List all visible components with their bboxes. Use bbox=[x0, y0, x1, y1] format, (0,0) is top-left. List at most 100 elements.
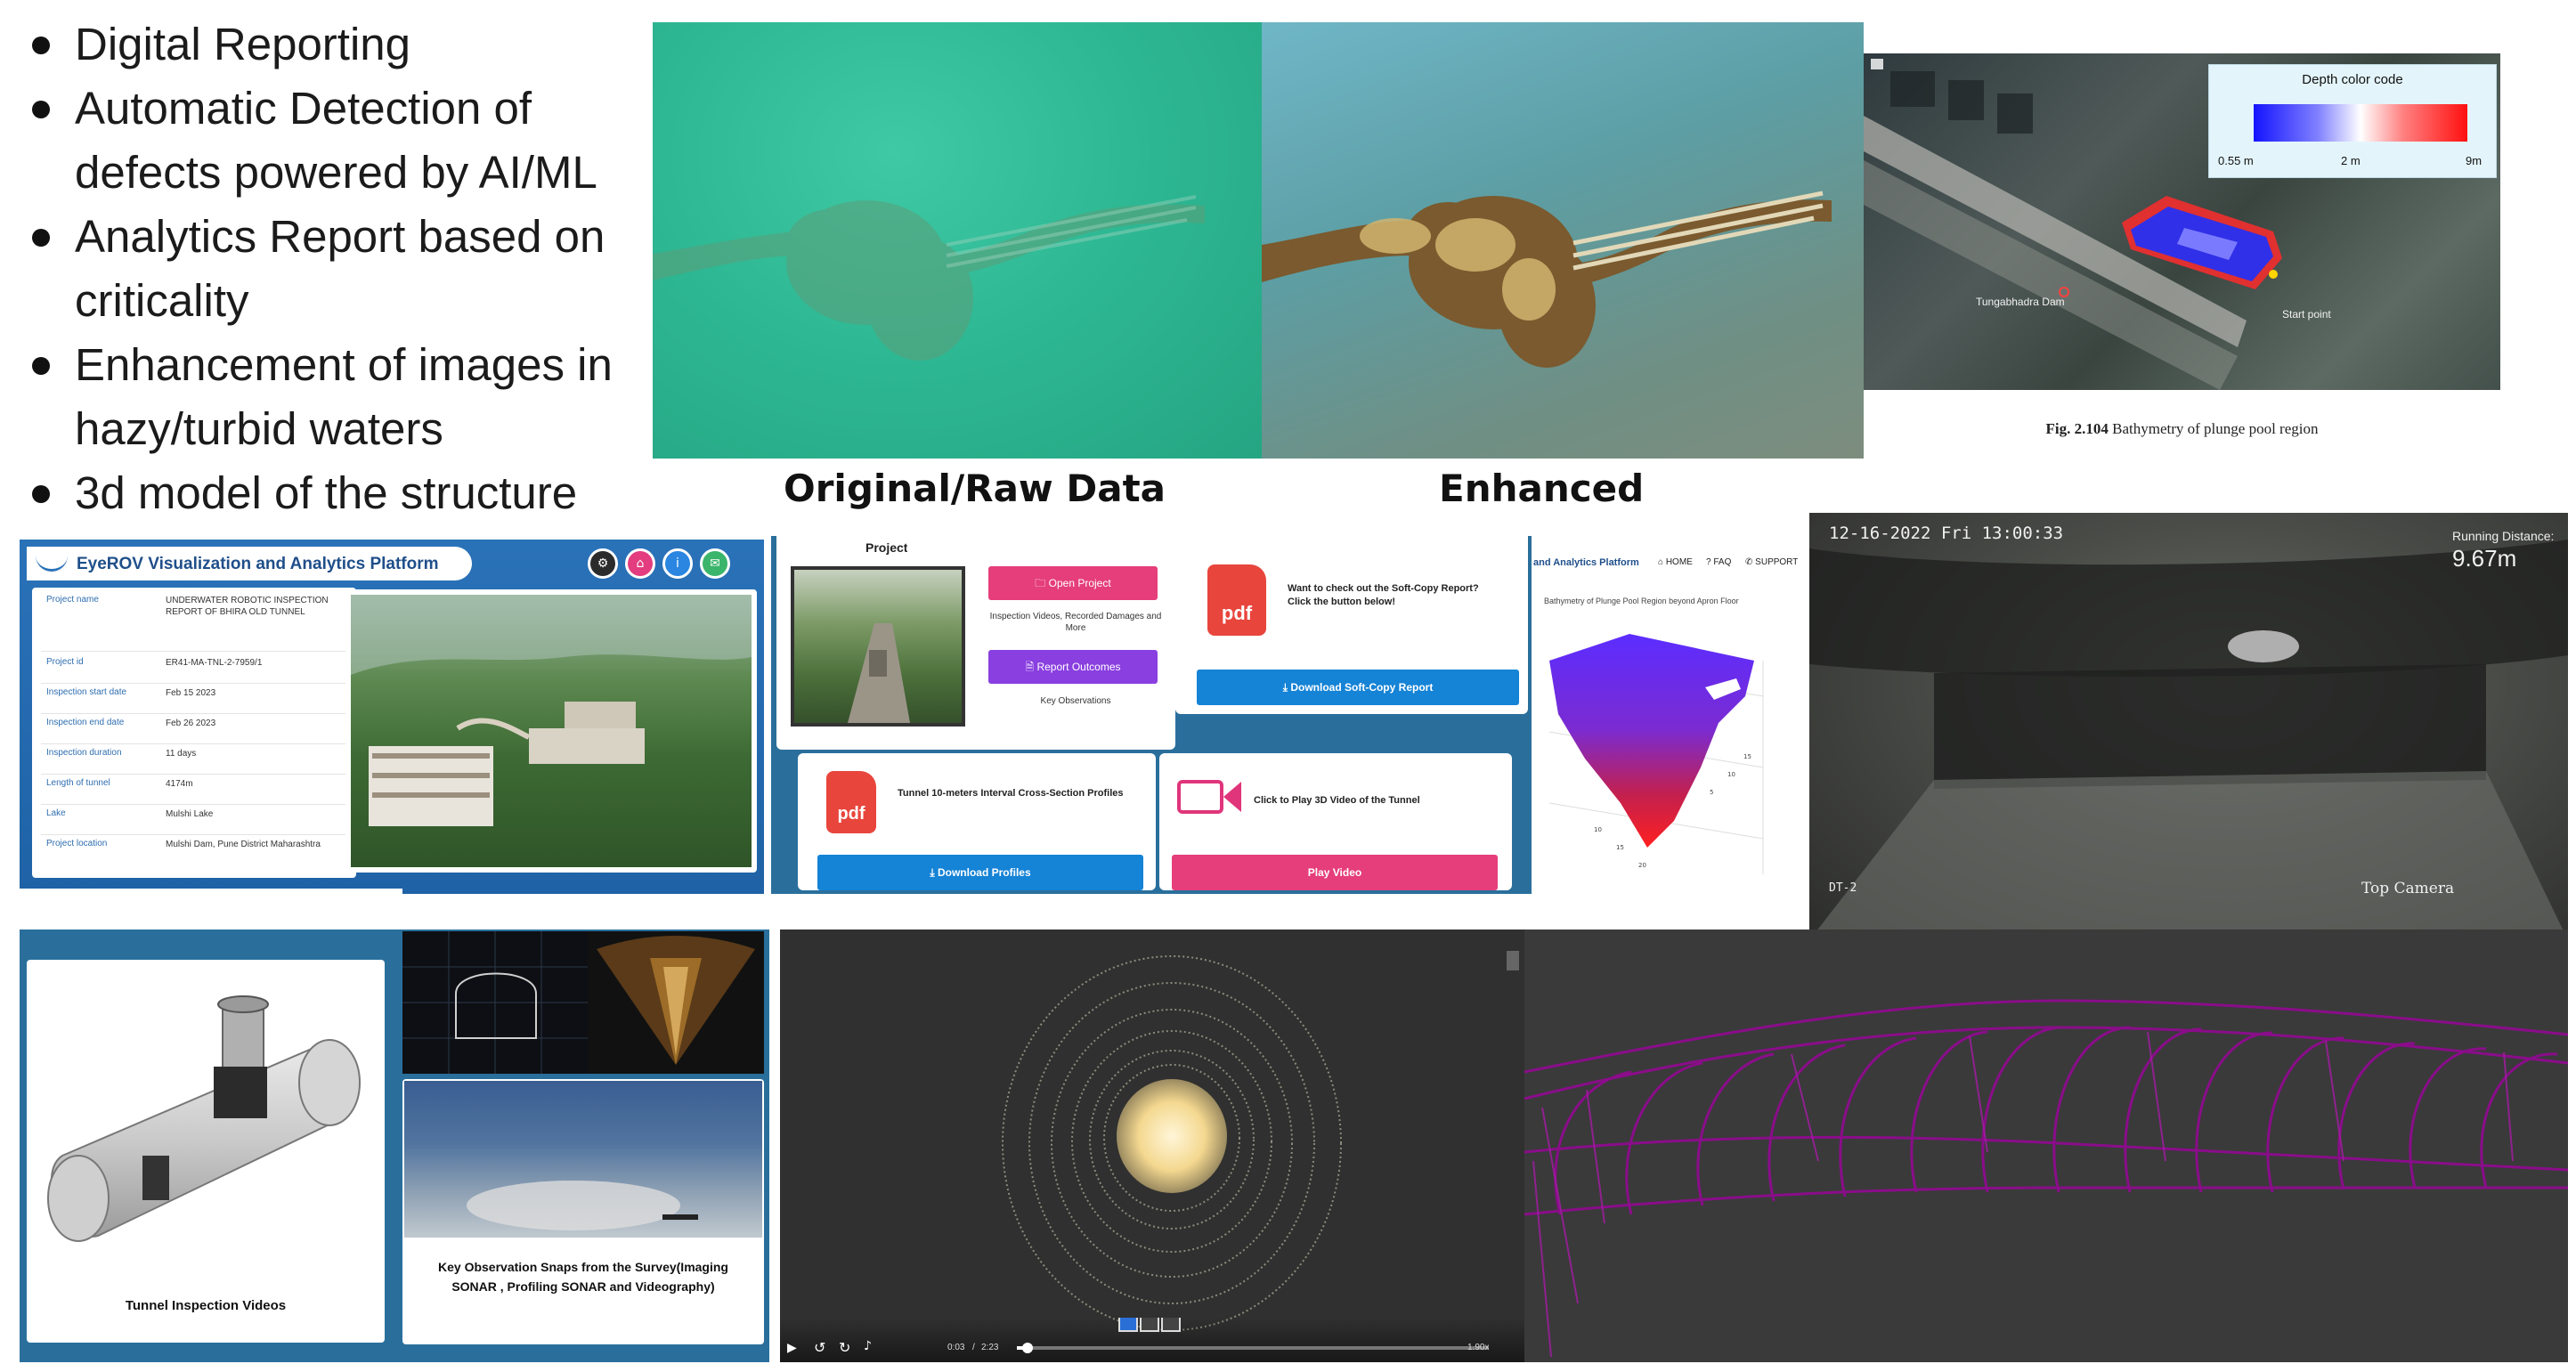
nav-support[interactable]: ✆ SUPPORT bbox=[1745, 557, 1798, 567]
running-distance-value: 9.67m bbox=[2452, 545, 2517, 572]
tunnel-video-card[interactable]: Tunnel Inspection Videos bbox=[27, 960, 385, 1343]
info-row: Inspection start date Feb 15 2023 bbox=[41, 687, 347, 714]
pdf-icon: pdf bbox=[1207, 564, 1266, 636]
running-distance-label: Running Distance: bbox=[2452, 529, 2555, 543]
svg-text:15: 15 bbox=[1616, 844, 1624, 851]
camera-name-label: Top Camera bbox=[2361, 880, 2455, 897]
bullet-dot bbox=[32, 101, 50, 118]
info-row: Project location Mulshi Dam, Pune Distric… bbox=[46, 839, 321, 849]
download-profiles-button[interactable]: ⤓ Download Profiles bbox=[817, 855, 1143, 890]
legend-tick-max: 9m bbox=[2466, 154, 2483, 167]
camera-id-label: DT-2 bbox=[1829, 881, 1857, 895]
bullet-dot bbox=[32, 37, 50, 54]
key-observation-label: Key Observation Snaps from the Survey(Im… bbox=[438, 1260, 728, 1294]
pdf-icon: pdf bbox=[826, 771, 876, 833]
open-project-button[interactable]: 🗀 Open Project bbox=[988, 566, 1158, 600]
download-softcopy-button[interactable]: ⤓ Download Soft-Copy Report bbox=[1197, 670, 1519, 705]
imaging-sonar-snap bbox=[588, 931, 764, 1074]
softcopy-text: Want to check out the Soft-Copy Report? … bbox=[1288, 583, 1479, 607]
forward-icon[interactable]: ↻ bbox=[839, 1339, 850, 1356]
tunnel-point-cloud-player: ▶ ↺ ↻ ♪ 0:03 / 2:23 1.90x bbox=[780, 930, 1524, 1362]
time-separator: / bbox=[972, 1343, 975, 1352]
video-text: Click to Play 3D Video of the Tunnel bbox=[1254, 795, 1420, 806]
bathymetry-surface: 10 15 20 5 10 15 bbox=[1548, 634, 1764, 874]
time-total: 2:23 bbox=[981, 1343, 999, 1352]
play-icon[interactable]: ▶ bbox=[787, 1341, 797, 1355]
nav-home[interactable]: ⌂ HOME bbox=[1658, 557, 1693, 567]
bullet-dot bbox=[32, 357, 50, 375]
svg-text:10: 10 bbox=[1594, 826, 1602, 833]
legend-tick-mid: 2 m bbox=[2341, 154, 2361, 167]
info-row: Inspection duration 11 days bbox=[41, 748, 347, 775]
profiles-card: pdf Tunnel 10-meters Interval Cross-Sect… bbox=[798, 753, 1156, 890]
select-tool-button[interactable] bbox=[1118, 1318, 1138, 1332]
bathymetry-figure-caption: Fig. 2.104 Bathymetry of plunge pool reg… bbox=[2045, 420, 2319, 437]
dam-label: Tungabhadra Dam bbox=[1976, 296, 2065, 308]
svg-text:20: 20 bbox=[1638, 862, 1646, 869]
nav-faq[interactable]: ? FAQ bbox=[1706, 557, 1731, 567]
feature-item: Digital Reporting bbox=[27, 12, 641, 77]
platform-title: EyeROV Visualization and Analytics Platf… bbox=[77, 555, 439, 573]
start-point-label: Start point bbox=[2282, 308, 2331, 321]
tunnel-videos-panel: Tunnel Inspection Videos Key Observation… bbox=[20, 930, 769, 1362]
chat-icon[interactable]: ✉ bbox=[700, 548, 730, 579]
eyerov-logo-icon bbox=[36, 554, 68, 572]
playback-speed[interactable]: 1.90x bbox=[1467, 1343, 1489, 1352]
feature-list: Digital Reporting Automatic Detection of… bbox=[27, 12, 641, 529]
svg-text:15: 15 bbox=[1743, 753, 1751, 760]
svg-text:10: 10 bbox=[1727, 771, 1735, 778]
rewind-icon[interactable]: ↺ bbox=[814, 1339, 825, 1356]
progress-track[interactable] bbox=[1017, 1346, 1489, 1350]
project-heading: Project bbox=[865, 541, 908, 555]
measure-tool-button[interactable] bbox=[1140, 1318, 1159, 1332]
video-camera-icon bbox=[1177, 780, 1223, 814]
enhanced-caption: Enhanced bbox=[1439, 467, 1645, 510]
play-video-button[interactable]: Play Video bbox=[1172, 855, 1498, 890]
softcopy-card: pdf Want to check out the Soft-Copy Repo… bbox=[1175, 536, 1528, 714]
enhanced-underwater-image bbox=[1262, 22, 1864, 459]
raw-data-caption: Original/Raw Data bbox=[784, 467, 1166, 510]
home-icon[interactable]: ⌂ bbox=[625, 548, 655, 579]
video-card: Click to Play 3D Video of the Tunnel Pla… bbox=[1159, 753, 1512, 890]
feature-item: Analytics Report based on criticality bbox=[27, 205, 641, 333]
volume-icon[interactable]: ♪ bbox=[864, 1339, 872, 1353]
videography-snap bbox=[404, 1081, 762, 1238]
raw-underwater-image bbox=[653, 22, 1262, 459]
profiles-text: Tunnel 10-meters Interval Cross-Section … bbox=[898, 788, 1124, 799]
depth-color-legend: Depth color code 0.55 m 2 m 9m bbox=[2208, 64, 2497, 178]
info-icon[interactable]: i bbox=[662, 548, 693, 579]
eyerov-platform-panel: EyeROV Visualization and Analytics Platf… bbox=[20, 540, 764, 894]
settings-tool-button[interactable] bbox=[1161, 1318, 1181, 1332]
info-row: Length of tunnel 4174m bbox=[41, 778, 347, 805]
wireframe-model bbox=[1524, 999, 2568, 1358]
platform-title-bar: EyeROV Visualization and Analytics Platf… bbox=[27, 547, 472, 580]
player-controls-bar: ▶ ↺ ↻ ♪ 0:03 / 2:23 1.90x bbox=[780, 1318, 1524, 1362]
info-row: Lake Mulshi Lake bbox=[41, 808, 347, 835]
inspection-camera-feed: 12-16-2022 Fri 13:00:33 Running Distance… bbox=[1809, 513, 2568, 940]
legend-tick-min: 0.55 m bbox=[2218, 154, 2254, 167]
info-row: Inspection end date Feb 26 2023 bbox=[41, 718, 347, 744]
open-project-description: Inspection Videos, Recorded Damages and … bbox=[989, 612, 1162, 633]
project-info-card: Project name UNDERWATER ROBOTIC INSPECTIO… bbox=[32, 588, 356, 878]
report-description: Key Observations bbox=[1040, 696, 1111, 706]
bullet-dot bbox=[32, 229, 50, 247]
feature-item: Enhancement of images in hazy/turbid wat… bbox=[27, 333, 641, 461]
legend-gradient bbox=[2254, 104, 2467, 142]
time-current: 0:03 bbox=[947, 1343, 965, 1352]
svg-text:5: 5 bbox=[1710, 789, 1713, 796]
legend-title: Depth color code bbox=[2302, 72, 2403, 87]
key-observation-card[interactable]: Key Observation Snaps from the Survey(Im… bbox=[402, 1079, 764, 1344]
info-row: Project name UNDERWATER ROBOTIC INSPECTIO… bbox=[41, 595, 347, 652]
tunnel-3d-model bbox=[47, 995, 361, 1242]
bullet-dot bbox=[32, 485, 50, 503]
report-outcomes-button[interactable]: 🗎 Report Outcomes bbox=[988, 650, 1158, 684]
camera-timestamp: 12-16-2022 Fri 13:00:33 bbox=[1829, 524, 2064, 543]
project-card: Project 🗀 Open Project Inspection Videos… bbox=[776, 536, 1175, 750]
panel-divider bbox=[20, 889, 402, 894]
project-site-photo bbox=[345, 589, 757, 873]
progress-handle[interactable] bbox=[1022, 1343, 1033, 1353]
feature-item: Automatic Detection of defects powered b… bbox=[27, 77, 641, 205]
bathymetry-3d-plot-panel: and Analytics Platform ⌂ HOME ? FAQ ✆ SU… bbox=[1532, 545, 1808, 928]
video-camera-lens-icon bbox=[1223, 782, 1241, 812]
settings-icon[interactable]: ⚙ bbox=[588, 548, 618, 579]
